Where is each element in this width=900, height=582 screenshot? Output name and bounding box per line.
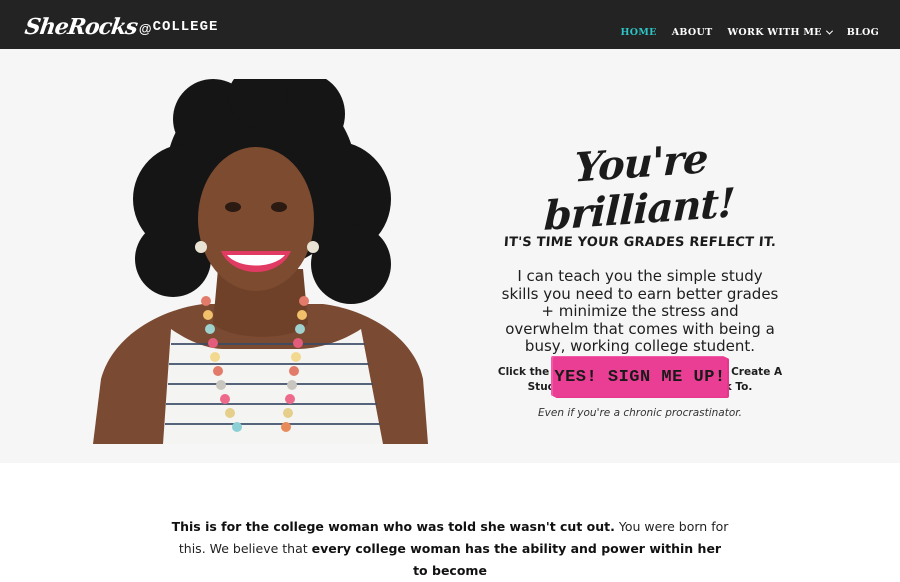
hero-lead-paragraph: I can teach you the simple study skills … [501,267,779,355]
sign-me-up-label: YES! SIGN ME UP! [554,367,726,387]
top-navigation-bar: SheRocks @ COLLEGE HOME ABOUT WORK WITH … [0,0,900,49]
hero-italic-note: Even if you're a chronic procrastinator. [538,406,742,419]
hero-headline: You're brilliant! [543,135,736,240]
intro-bold-2: every college woman has the ability and … [311,541,722,578]
sign-me-up-button[interactable]: YES! SIGN ME UP! [553,357,727,397]
nav-home[interactable]: HOME [621,27,657,38]
logo-script-text: SheRocks [23,14,139,40]
site-logo[interactable]: SheRocks @ COLLEGE [23,10,219,40]
chevron-down-icon [825,27,833,35]
portrait-photo [93,79,428,444]
intro-bold-1: This is for the college woman who was to… [171,519,615,534]
logo-at-sign: @ [138,21,152,36]
nav-about[interactable]: ABOUT [672,27,713,38]
logo-college-text: COLLEGE [152,19,219,35]
hero-subhead: IT'S TIME YOUR GRADES REFLECT IT. [503,235,777,250]
hero-section: You're brilliant! IT'S TIME YOUR GRADES … [0,49,900,463]
nav-work-with-me-label: WORK WITH ME [727,27,822,38]
nav-work-with-me[interactable]: WORK WITH ME [727,27,833,38]
main-nav: HOME ABOUT WORK WITH ME BLOG [621,27,879,38]
intro-paragraph: This is for the college woman who was to… [170,516,730,582]
nav-blog[interactable]: BLOG [847,27,879,38]
